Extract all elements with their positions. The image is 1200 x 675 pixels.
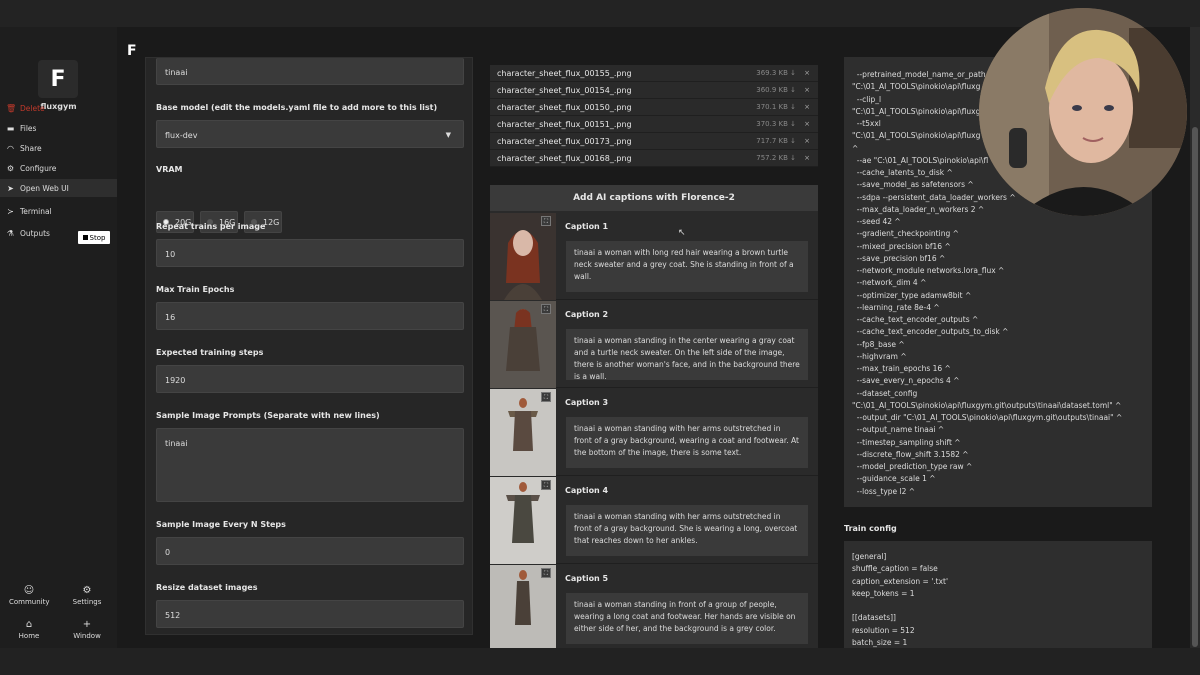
captions-panel: Add AI captions with Florence-2 ⛶ Captio… [490, 185, 818, 648]
every-n-label: Sample Image Every N Steps [156, 520, 286, 529]
sidebar-item-files[interactable]: ▬ Files [0, 119, 117, 137]
training-settings-panel: tinaai Base model (edit the models.yaml … [145, 57, 473, 635]
gear-icon: ⚙ [82, 585, 92, 596]
expand-icon[interactable]: ⛶ [541, 568, 551, 578]
file-row[interactable]: character_sheet_flux_00150_.png 370.1 KB … [490, 99, 818, 116]
sidebar-item-delete[interactable]: 🗑 Delete [0, 99, 117, 117]
scrollbar[interactable] [1190, 27, 1200, 648]
expand-icon[interactable]: ⛶ [541, 392, 551, 402]
dataset-column: character_sheet_flux_00155_.png 369.3 KB … [490, 57, 818, 648]
caption-textbox[interactable]: tinaai a woman standing with her arms ou… [566, 505, 808, 556]
flask-icon: ⚗ [6, 228, 15, 238]
train-config-label: Train config [844, 524, 897, 533]
home-icon: ⌂ [25, 619, 33, 630]
folder-icon: ▬ [6, 123, 15, 133]
top-bar [0, 0, 1200, 27]
captions-title: Add AI captions with Florence-2 [490, 185, 818, 211]
caption-entry: ⛶ Caption 1 tinaai a woman with long red… [490, 213, 818, 300]
steps-input[interactable]: 1920 [156, 365, 464, 393]
smiley-icon: ☺ [23, 585, 35, 596]
sidebar-item-configure[interactable]: ⚙ Configure [0, 159, 117, 177]
caption-textbox[interactable]: tinaai a woman with long red hair wearin… [566, 241, 808, 292]
home-button[interactable]: ⌂ Home [9, 619, 49, 640]
every-n-input[interactable]: 0 [156, 537, 464, 565]
sidebar-item-share[interactable]: ◠ Share [0, 139, 117, 157]
community-button[interactable]: ☺ Community [9, 585, 50, 606]
epochs-input[interactable]: 16 [156, 302, 464, 330]
dataset-thumbnail[interactable]: ⛶ [490, 301, 556, 388]
fluxgym-small-logo: F [127, 43, 137, 59]
base-model-select[interactable]: flux-dev ▼ [156, 120, 464, 148]
remove-icon[interactable]: × [804, 137, 810, 145]
chevron-down-icon: ▼ [445, 131, 451, 139]
file-row[interactable]: character_sheet_flux_00151_.png 370.3 KB … [490, 116, 818, 133]
sidebar-item-outputs[interactable]: ⚗ Outputs [0, 224, 117, 242]
remove-icon[interactable]: × [804, 86, 810, 94]
epochs-label: Max Train Epochs [156, 285, 235, 294]
caption-textbox[interactable]: tinaai a woman standing with her arms ou… [566, 417, 808, 468]
mouse-cursor-icon: ↖ [678, 228, 686, 238]
resize-label: Resize dataset images [156, 583, 258, 592]
trigger-word-input[interactable]: tinaai [156, 58, 464, 85]
prompts-label: Sample Image Prompts (Separate with new … [156, 411, 380, 420]
steps-label: Expected training steps [156, 348, 264, 357]
expand-icon[interactable]: ⛶ [541, 216, 551, 226]
settings-button[interactable]: ⚙ Settings [67, 585, 107, 606]
rocket-icon: ➤ [7, 183, 14, 193]
plus-icon: + [82, 619, 92, 630]
dataset-thumbnail[interactable]: ⛶ [490, 213, 556, 300]
caption-entry: ⛶ Caption 2 tinaai a woman standing in t… [490, 301, 818, 388]
remove-icon[interactable]: × [804, 120, 810, 128]
file-row[interactable]: character_sheet_flux_00154_.png 360.9 KB … [490, 82, 818, 99]
remove-icon[interactable]: × [804, 69, 810, 77]
file-row[interactable]: character_sheet_flux_00173_.png 717.7 KB … [490, 133, 818, 150]
caption-label: Caption 1 [565, 222, 609, 231]
caption-label: Caption 5 [565, 574, 609, 583]
prompts-textarea[interactable]: tinaai [156, 428, 464, 502]
remove-icon[interactable]: × [804, 103, 810, 111]
fluxgym-logo: F [38, 60, 78, 98]
caption-entry: ⛶ Caption 5 tinaai a woman standing in f… [490, 565, 818, 648]
window-button[interactable]: + Window [67, 619, 107, 640]
trash-icon: 🗑 [6, 103, 17, 113]
train-config-textbox[interactable]: [general] shuffle_caption = false captio… [844, 541, 1152, 648]
repeat-input[interactable]: 10 [156, 239, 464, 267]
resize-input[interactable]: 512 [156, 600, 464, 628]
caption-entry: ⛶ Caption 4 tinaai a woman standing with… [490, 477, 818, 564]
dataset-thumbnail[interactable]: ⛶ [490, 565, 556, 648]
sidebar-item-open-web-ui[interactable]: ➤ Open Web UI [0, 179, 117, 197]
webcam-overlay [979, 8, 1187, 216]
sidebar-item-terminal[interactable]: ≻ Terminal [0, 202, 117, 220]
dataset-thumbnail[interactable]: ⛶ [490, 389, 556, 476]
gear-icon: ⚙ [6, 163, 15, 173]
expand-icon[interactable]: ⛶ [541, 480, 551, 490]
sidebar: F fluxgym 🗑 Delete ▬ Files ◠ Share ⚙ Configu… [0, 27, 117, 648]
caption-label: Caption 4 [565, 486, 609, 495]
dataset-thumbnail[interactable]: ⛶ [490, 477, 556, 564]
repeat-label: Repeat trains per image [156, 222, 266, 231]
bottom-bar [0, 648, 1200, 675]
caption-textbox[interactable]: tinaai a woman standing in front of a gr… [566, 593, 808, 644]
base-model-label: Base model (edit the models.yaml file to… [156, 103, 438, 112]
caption-label: Caption 2 [565, 310, 609, 319]
file-row[interactable]: character_sheet_flux_00155_.png 369.3 KB … [490, 65, 818, 82]
terminal-icon: ≻ [7, 206, 14, 216]
vram-label: VRAM [156, 165, 183, 174]
app-window: F fluxgym 🗑 Delete ▬ Files ◠ Share ⚙ Configu… [0, 0, 1200, 675]
scrollbar-thumb[interactable] [1192, 127, 1198, 647]
caption-label: Caption 3 [565, 398, 609, 407]
file-row[interactable]: character_sheet_flux_00168_.png 757.2 KB … [490, 150, 818, 167]
caption-textbox[interactable]: tinaai a woman standing in the center we… [566, 329, 808, 381]
expand-icon[interactable]: ⛶ [541, 304, 551, 314]
caption-entry: ⛶ Caption 3 tinaai a woman standing with… [490, 389, 818, 476]
remove-icon[interactable]: × [804, 154, 810, 162]
wifi-icon: ◠ [7, 143, 14, 153]
